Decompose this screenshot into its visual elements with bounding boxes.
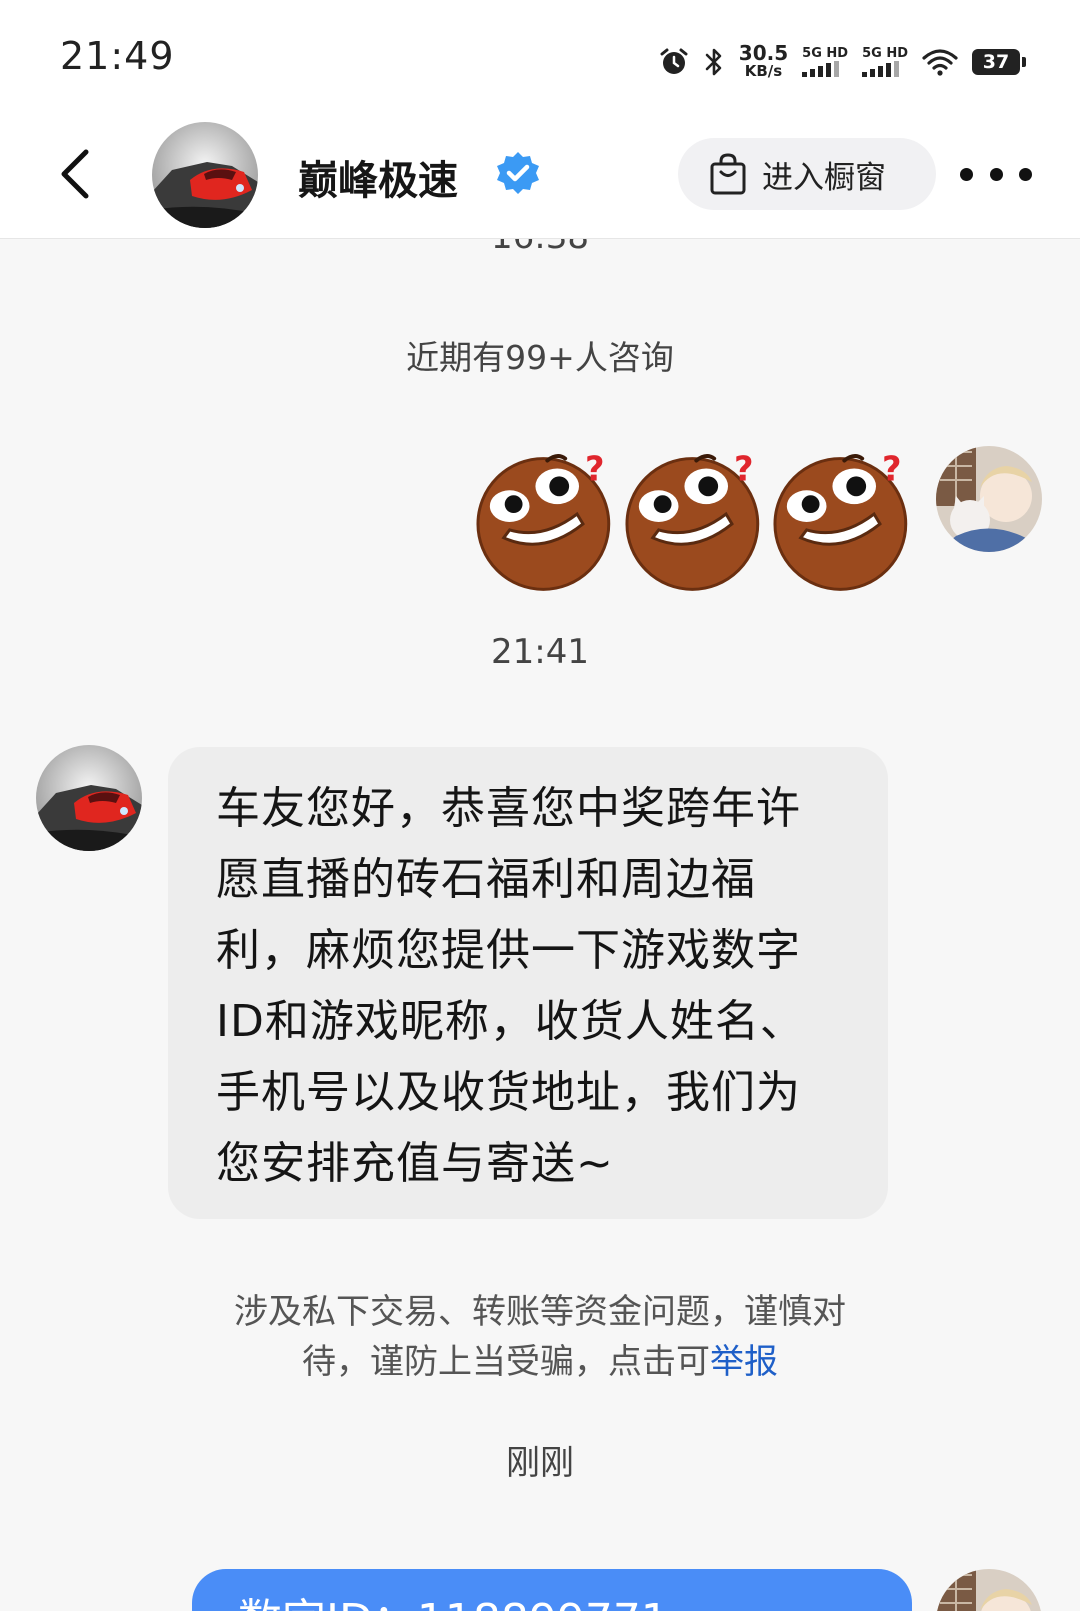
chevron-left-icon <box>61 149 89 199</box>
enter-showcase-label: 进入橱窗 <box>762 159 886 196</box>
shopping-bag-icon <box>710 153 746 195</box>
sim1-label: 5G HD <box>802 46 849 61</box>
net-speed-unit: KB/s <box>744 62 783 80</box>
timestamp-2141: 21:41 <box>491 632 589 672</box>
my-avatar[interactable] <box>936 446 1042 552</box>
message-line: 愿直播的砖石福利和周边福 <box>216 854 756 905</box>
message-line: 利，麻烦您提供一下游戏数字 <box>216 925 801 976</box>
message-line: 您安排充值与寄送~ <box>216 1138 614 1189</box>
message-line: 车友您好，恭喜您中奖跨年许 <box>216 783 801 834</box>
confused-face-sticker: ? <box>773 449 908 591</box>
svg-text:?: ? <box>882 449 902 488</box>
warning-line-2: 待，谨防上当受骗，点击可举报 <box>170 1337 910 1387</box>
signal-icon-sim2: 5G HD <box>862 47 908 77</box>
shop-avatar[interactable] <box>152 122 258 228</box>
my-avatar[interactable] <box>936 1569 1042 1611</box>
status-bar: 21:49 30.5 KB/s 5G HD 5G HD 37 <box>0 0 1080 110</box>
verified-badge-icon <box>497 152 539 194</box>
enter-showcase-button[interactable]: 进入橱窗 <box>678 138 936 210</box>
status-icons: 30.5 KB/s 5G HD 5G HD 37 <box>659 41 1026 82</box>
more-dot <box>960 167 973 181</box>
outgoing-message-bubble[interactable]: 数字ID：118899771 <box>192 1569 912 1611</box>
car-avatar-image <box>36 745 142 851</box>
timestamp-just-now: 刚刚 <box>506 1443 574 1483</box>
warning-line-1: 涉及私下交易、转账等资金问题，谨慎对 <box>234 1292 846 1332</box>
svg-text:?: ? <box>585 449 605 488</box>
status-time: 21:49 <box>60 34 175 78</box>
message-line: 手机号以及收货地址，我们为 <box>216 1067 801 1118</box>
car-avatar-image <box>152 122 258 228</box>
more-options-button[interactable] <box>960 154 1032 194</box>
sim2-label: 5G HD <box>862 46 908 61</box>
back-button[interactable] <box>52 146 102 202</box>
battery-icon: 37 <box>972 49 1026 75</box>
shop-name: 巅峰极速 <box>298 158 458 204</box>
anime-avatar-image <box>936 1569 1042 1611</box>
sticker-message[interactable]: ? ? ? <box>474 444 914 594</box>
svg-text:?: ? <box>734 449 754 488</box>
net-speed-value: 30.5 <box>738 41 789 65</box>
consult-notice: 近期有99+人咨询 <box>406 338 674 377</box>
alarm-icon <box>660 48 688 74</box>
timestamp-partial: 16:38 <box>0 239 1080 257</box>
bluetooth-icon <box>705 48 722 76</box>
report-link[interactable]: 举报 <box>710 1342 778 1382</box>
net-speed: 30.5 KB/s <box>738 41 789 80</box>
incoming-message-bubble[interactable]: 车友您好，恭喜您中奖跨年许 愿直播的砖石福利和周边福 利，麻烦您提供一下游戏数字… <box>168 747 888 1219</box>
warning-line-2-text: 待，谨防上当受骗，点击可 <box>302 1342 710 1382</box>
message-line: ID和游戏昵称，收货人姓名、 <box>216 996 805 1047</box>
message-list[interactable]: 16:38 近期有99+人咨询 ? ? <box>0 239 1080 1611</box>
wifi-icon <box>922 49 958 76</box>
confused-face-sticker: ? <box>476 449 611 591</box>
signal-icon-sim1: 5G HD <box>802 47 848 77</box>
shop-avatar-message[interactable] <box>36 745 142 851</box>
confused-face-sticker: ? <box>625 449 759 591</box>
fraud-warning: 涉及私下交易、转账等资金问题，谨慎对 待，谨防上当受骗，点击可举报 <box>170 1287 910 1387</box>
chat-header: 巅峰极速 进入橱窗 <box>0 110 1080 239</box>
anime-avatar-image <box>936 446 1042 552</box>
more-dot <box>1019 167 1032 181</box>
more-dot <box>989 167 1003 181</box>
